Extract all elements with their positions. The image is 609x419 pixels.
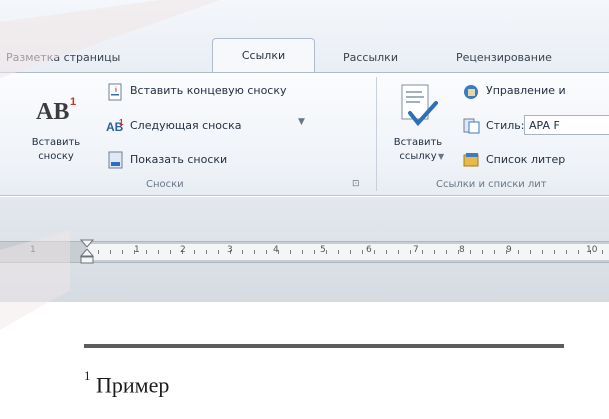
ruler-tick: [170, 250, 171, 254]
bibliography-icon: [463, 153, 479, 167]
ribbon-tab-bar: Разметка страницы Ссылки Рассылки Реценз…: [0, 0, 609, 74]
style-icon: [463, 118, 480, 134]
endnote-icon: i: [108, 83, 122, 101]
tab-mailings[interactable]: Рассылки: [343, 44, 398, 72]
tab-references[interactable]: Ссылки: [212, 38, 315, 74]
ruler-tick: [314, 250, 315, 254]
ruler-tick: [122, 250, 123, 254]
ruler-tick: [386, 250, 387, 254]
svg-text:1: 1: [70, 96, 76, 108]
ruler-tick: [470, 250, 471, 254]
ruler-tick: [434, 250, 435, 254]
ruler-text-area: [86, 244, 609, 260]
insert-endnote-label: Вставить концевую сноску: [130, 84, 287, 97]
ruler-number: 7: [413, 245, 419, 255]
ruler-number: 2: [180, 245, 186, 255]
style-label: Стиль:: [486, 119, 525, 132]
indent-marker-icon[interactable]: [80, 239, 94, 265]
group-separator: [376, 77, 377, 191]
tab-review[interactable]: Рецензирование: [456, 44, 552, 72]
ruler-tick: [350, 250, 351, 254]
insert-citation-button[interactable]: Вставить ссылку ▼: [382, 81, 454, 179]
ruler-number: 8: [459, 245, 465, 255]
ruler-tick: [242, 250, 243, 254]
bibliography-button[interactable]: Список литер: [462, 149, 609, 171]
ruler-number: 4: [273, 245, 279, 255]
ruler-tick: [98, 250, 99, 254]
manage-sources-button[interactable]: Управление и: [462, 81, 609, 103]
document-page[interactable]: 1 Пример: [0, 302, 609, 419]
ruler-tick: [146, 250, 147, 254]
ruler-tick: [494, 250, 495, 254]
ruler-number: 6: [366, 245, 372, 255]
ruler-tick: [566, 250, 567, 254]
style-select[interactable]: Стиль: APA F: [462, 115, 609, 137]
show-notes-label: Показать сноски: [130, 153, 228, 166]
ruler-tick: [266, 250, 267, 254]
ruler-tick: [362, 250, 363, 254]
show-notes-icon: [108, 151, 123, 169]
next-footnote-button[interactable]: AB 1 Следующая сноска ▼: [106, 115, 326, 137]
ruler-tick: [302, 250, 303, 254]
ruler-tick: [542, 250, 543, 254]
chevron-down-icon: ▼: [438, 152, 445, 161]
footnote-ab-icon: AB 1: [36, 96, 76, 125]
ruler-tick: [290, 250, 291, 254]
ruler-number: 5: [320, 245, 326, 255]
tab-page-layout[interactable]: Разметка страницы: [6, 44, 120, 72]
insert-footnote-label-2: сноску: [38, 151, 74, 162]
insert-citation-icon: [401, 84, 438, 127]
ruler-tick: [374, 250, 375, 254]
ruler-tick: [338, 250, 339, 254]
bibliography-label: Список литер: [486, 153, 566, 166]
svg-text:1: 1: [119, 118, 124, 127]
svg-text:AB: AB: [36, 99, 69, 125]
ruler-tick: [158, 250, 159, 254]
ruler-tick: [410, 250, 411, 254]
manage-sources-icon: [464, 85, 478, 99]
ruler-number: 10: [586, 245, 598, 255]
ruler-number: 1: [134, 245, 140, 255]
ruler-tick: [254, 250, 255, 254]
ruler-tick: [110, 250, 111, 254]
dialog-launcher-icon[interactable]: ⊡: [352, 179, 360, 189]
footnote-text[interactable]: 1 Пример: [84, 368, 170, 398]
ruler-tick: [482, 250, 483, 254]
ruler-tick: [398, 250, 399, 254]
insert-citation-label-1: Вставить: [393, 137, 443, 148]
next-footnote-label: Следующая сноска: [130, 119, 242, 132]
chevron-down-icon[interactable]: ▼: [298, 117, 305, 127]
next-footnote-icon: AB 1: [106, 118, 124, 134]
svg-text:i: i: [115, 87, 117, 94]
ruler-tick: [326, 250, 327, 254]
ruler-number: 3: [227, 245, 233, 255]
footnotes-group-title: Сноски: [146, 179, 184, 190]
ruler-tick: [446, 250, 447, 254]
ruler-tick: [206, 250, 207, 254]
ruler-tick: [530, 250, 531, 254]
ruler-tick: [422, 250, 423, 254]
ruler-tick: [218, 250, 219, 254]
footnote-separator: [84, 344, 564, 348]
style-value-box[interactable]: APA F: [524, 115, 609, 135]
insert-footnote-label-1: Вставить: [31, 137, 81, 148]
citations-group-title: Ссылки и списки лит: [436, 179, 547, 190]
ruler-tick: [554, 250, 555, 254]
ruler-tick: [518, 250, 519, 254]
style-value: APA F: [529, 119, 560, 132]
show-notes-button[interactable]: Показать сноски: [106, 149, 306, 171]
ruler-number: 9: [506, 245, 512, 255]
insert-footnote-button[interactable]: AB 1 Вставить сноску: [14, 83, 98, 179]
footnote-number: 1: [84, 368, 91, 383]
insert-endnote-button[interactable]: i Вставить концевую сноску: [106, 81, 374, 103]
ruler-tick: [602, 250, 603, 254]
ruler-number: 1: [30, 245, 36, 255]
ruler-area: 1 1 2 3 4 5 6 7 8 9 10: [0, 197, 609, 302]
ribbon-panel: AB 1 Вставить сноску i Вставить концевую…: [0, 72, 609, 196]
manage-sources-label: Управление и: [486, 84, 566, 97]
ruler-tick: [194, 250, 195, 254]
footnote-body: Пример: [96, 372, 170, 398]
horizontal-ruler[interactable]: 1 1 2 3 4 5 6 7 8 9 10: [0, 239, 609, 265]
ruler-tick: [578, 250, 579, 254]
